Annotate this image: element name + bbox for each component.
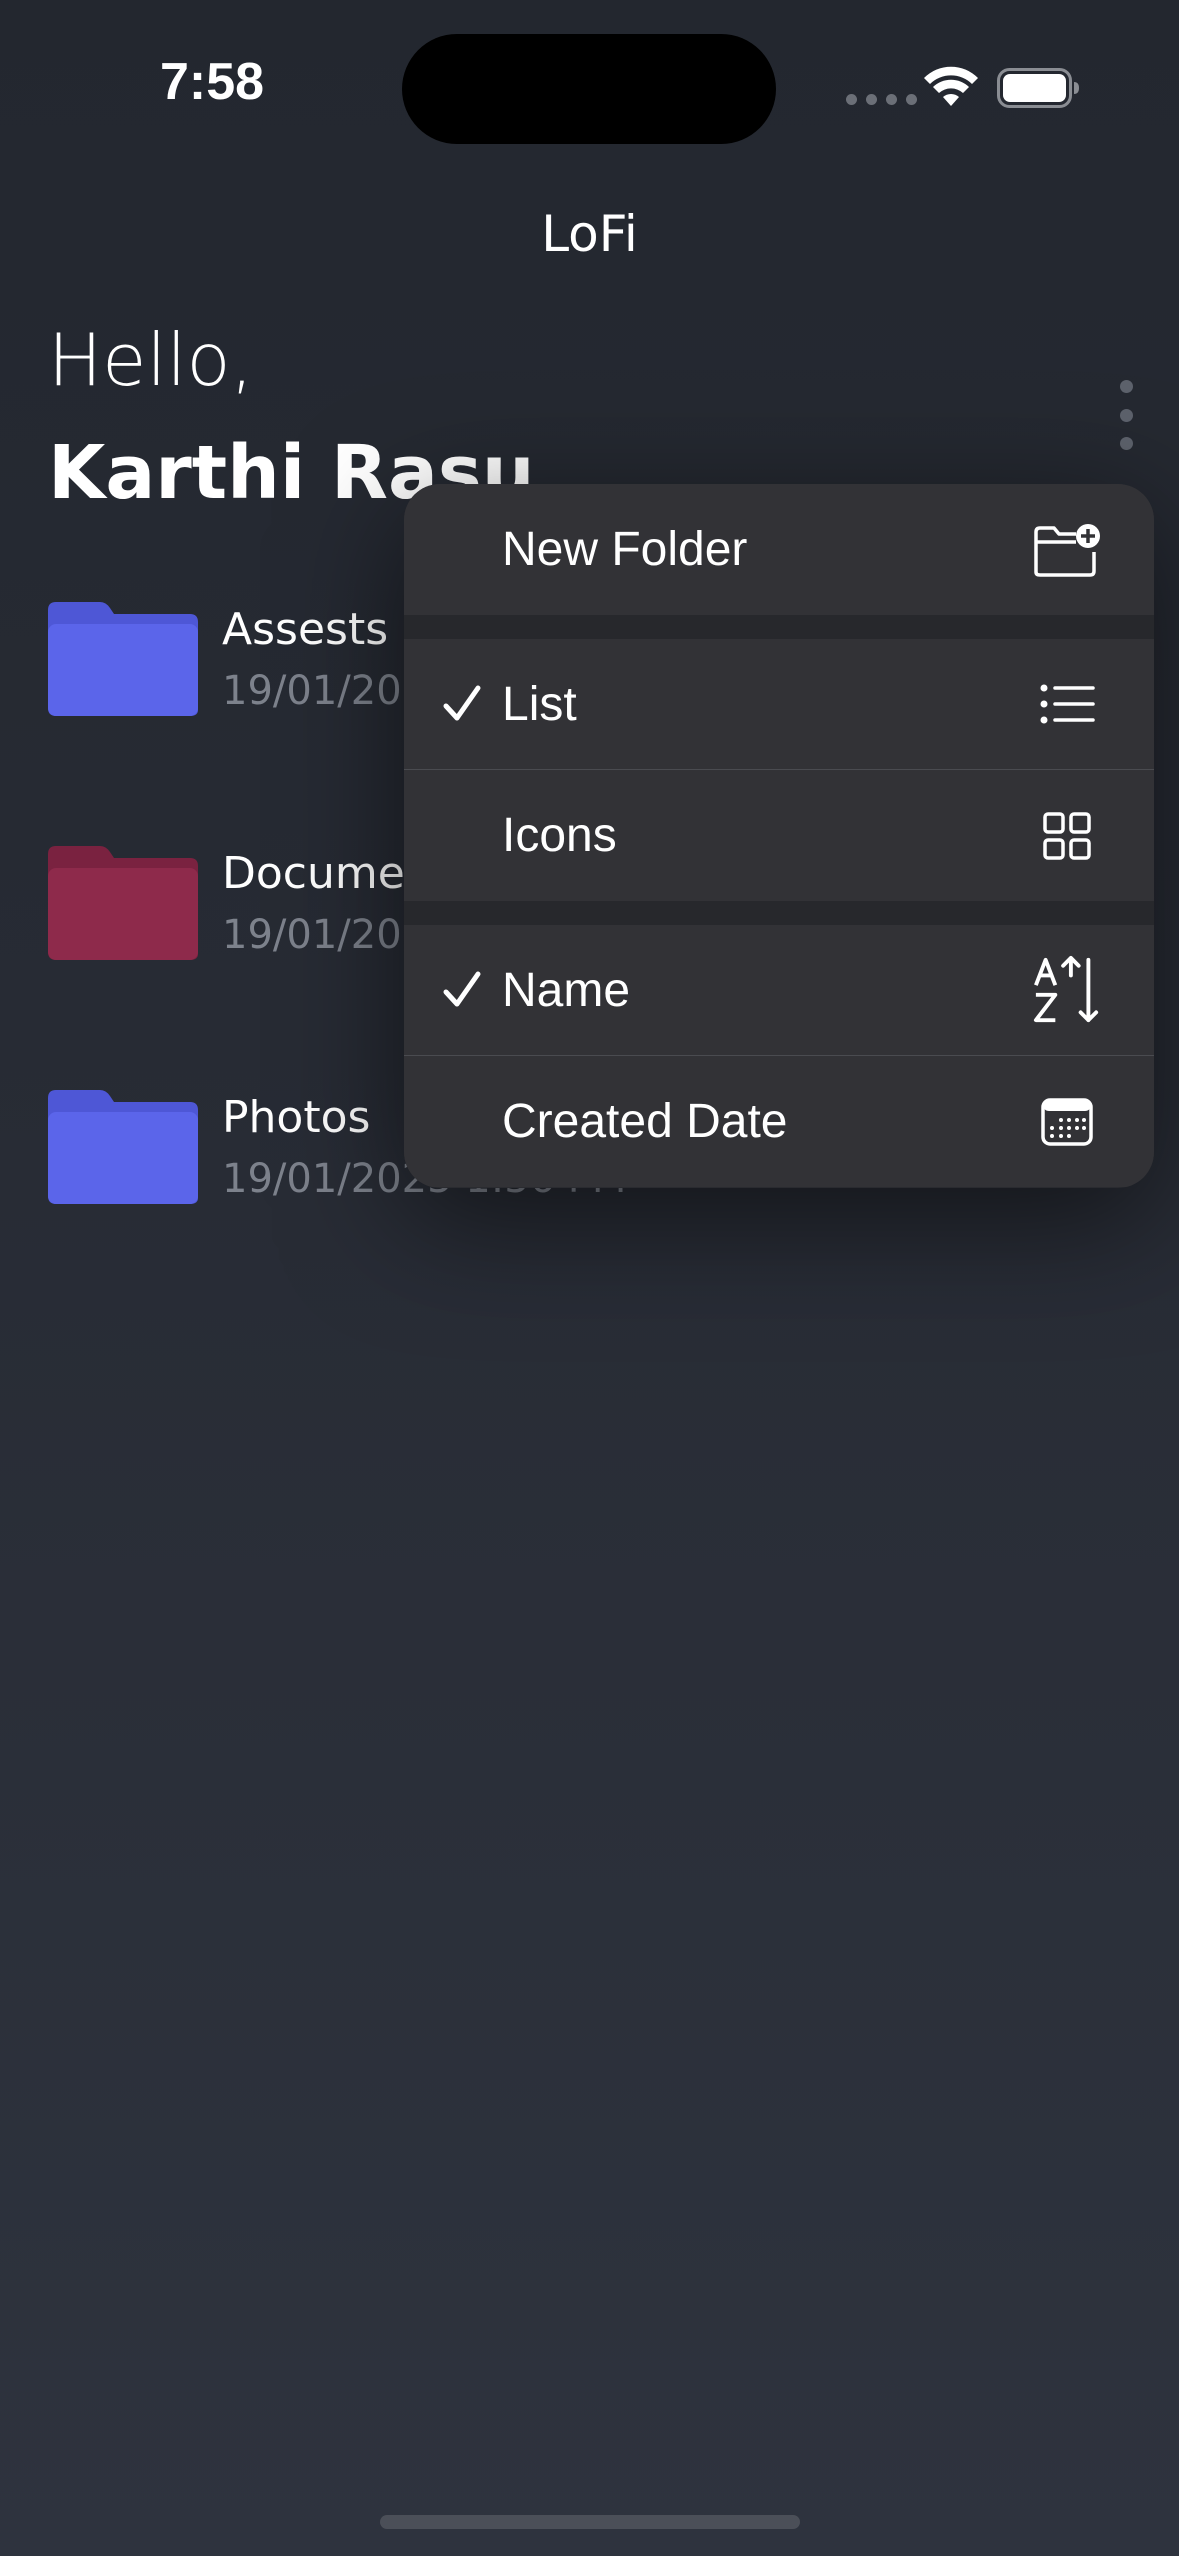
menu-item-label: Icons — [502, 809, 617, 862]
home-indicator[interactable] — [380, 2515, 800, 2529]
menu-item-list[interactable]: List — [404, 639, 1154, 770]
calendar-icon — [1032, 1087, 1102, 1157]
menu-group-sort: Name Created Date — [404, 925, 1154, 1187]
list-icon — [1032, 669, 1102, 739]
menu-item-sort-name[interactable]: Name — [404, 925, 1154, 1056]
checkmark-icon — [443, 685, 481, 721]
menu-group-actions: New Folder — [404, 484, 1154, 615]
wifi-icon — [924, 66, 978, 106]
folder-icon — [48, 1090, 198, 1204]
more-options-button[interactable] — [1106, 380, 1146, 450]
menu-item-icons[interactable]: Icons — [404, 770, 1154, 901]
sort-az-icon — [1032, 955, 1102, 1025]
menu-separator — [404, 615, 1154, 639]
menu-separator — [404, 901, 1154, 925]
battery-icon — [997, 68, 1079, 108]
menu-group-view: List Icons — [404, 639, 1154, 901]
cellular-signal-icon — [846, 94, 917, 105]
grid-icon — [1032, 801, 1102, 871]
folder-name: Photos — [222, 1092, 371, 1143]
menu-item-label: List — [502, 677, 577, 731]
greeting-text: Hello, — [48, 318, 254, 402]
menu-item-label: New Folder — [502, 523, 748, 576]
folder-icon — [48, 602, 198, 716]
options-menu: New Folder List Icons Name Created Date — [404, 484, 1154, 1188]
folder-icon — [48, 846, 198, 960]
app-title: LoFi — [541, 205, 638, 263]
checkmark-icon — [443, 971, 481, 1007]
menu-item-label: Created Date — [502, 1095, 788, 1148]
menu-item-new-folder[interactable]: New Folder — [404, 484, 1154, 615]
dynamic-island — [402, 34, 776, 144]
status-time: 7:58 — [160, 53, 265, 111]
folder-plus-icon — [1032, 515, 1102, 585]
menu-item-sort-created-date[interactable]: Created Date — [404, 1056, 1154, 1187]
folder-name: Assests — [222, 604, 389, 655]
menu-item-label: Name — [502, 963, 631, 1017]
